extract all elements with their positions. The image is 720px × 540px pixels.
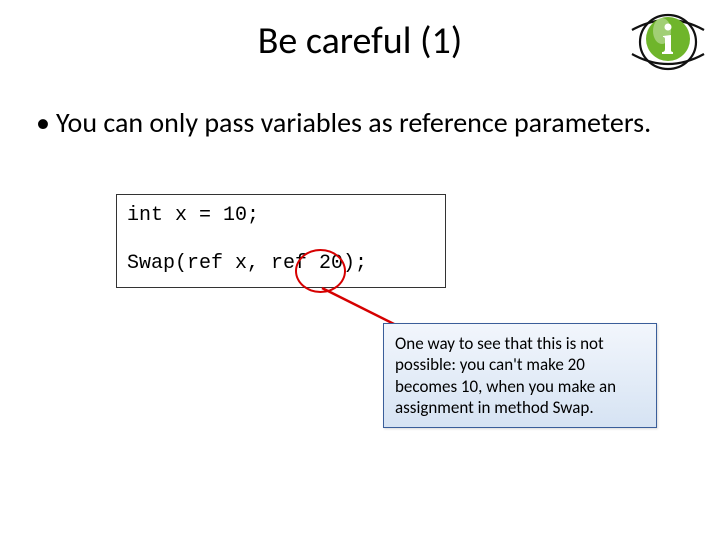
slide-title: Be careful (1) [0,18,720,64]
callout-text: One way to see that this is not possible… [395,333,616,418]
bullet-dot-icon: • [36,105,56,140]
bullet-list: •You can only pass variables as referenc… [36,105,660,140]
bullet-item: •You can only pass variables as referenc… [36,105,660,140]
explanation-callout: One way to see that this is not possible… [383,323,657,428]
bullet-text: You can only pass variables as reference… [56,105,651,140]
code-line-2: Swap(ref x, ref 20); [127,251,435,277]
code-line-1: int x = 10; [127,203,435,229]
code-example-box: int x = 10; Swap(ref x, ref 20); [116,194,446,288]
